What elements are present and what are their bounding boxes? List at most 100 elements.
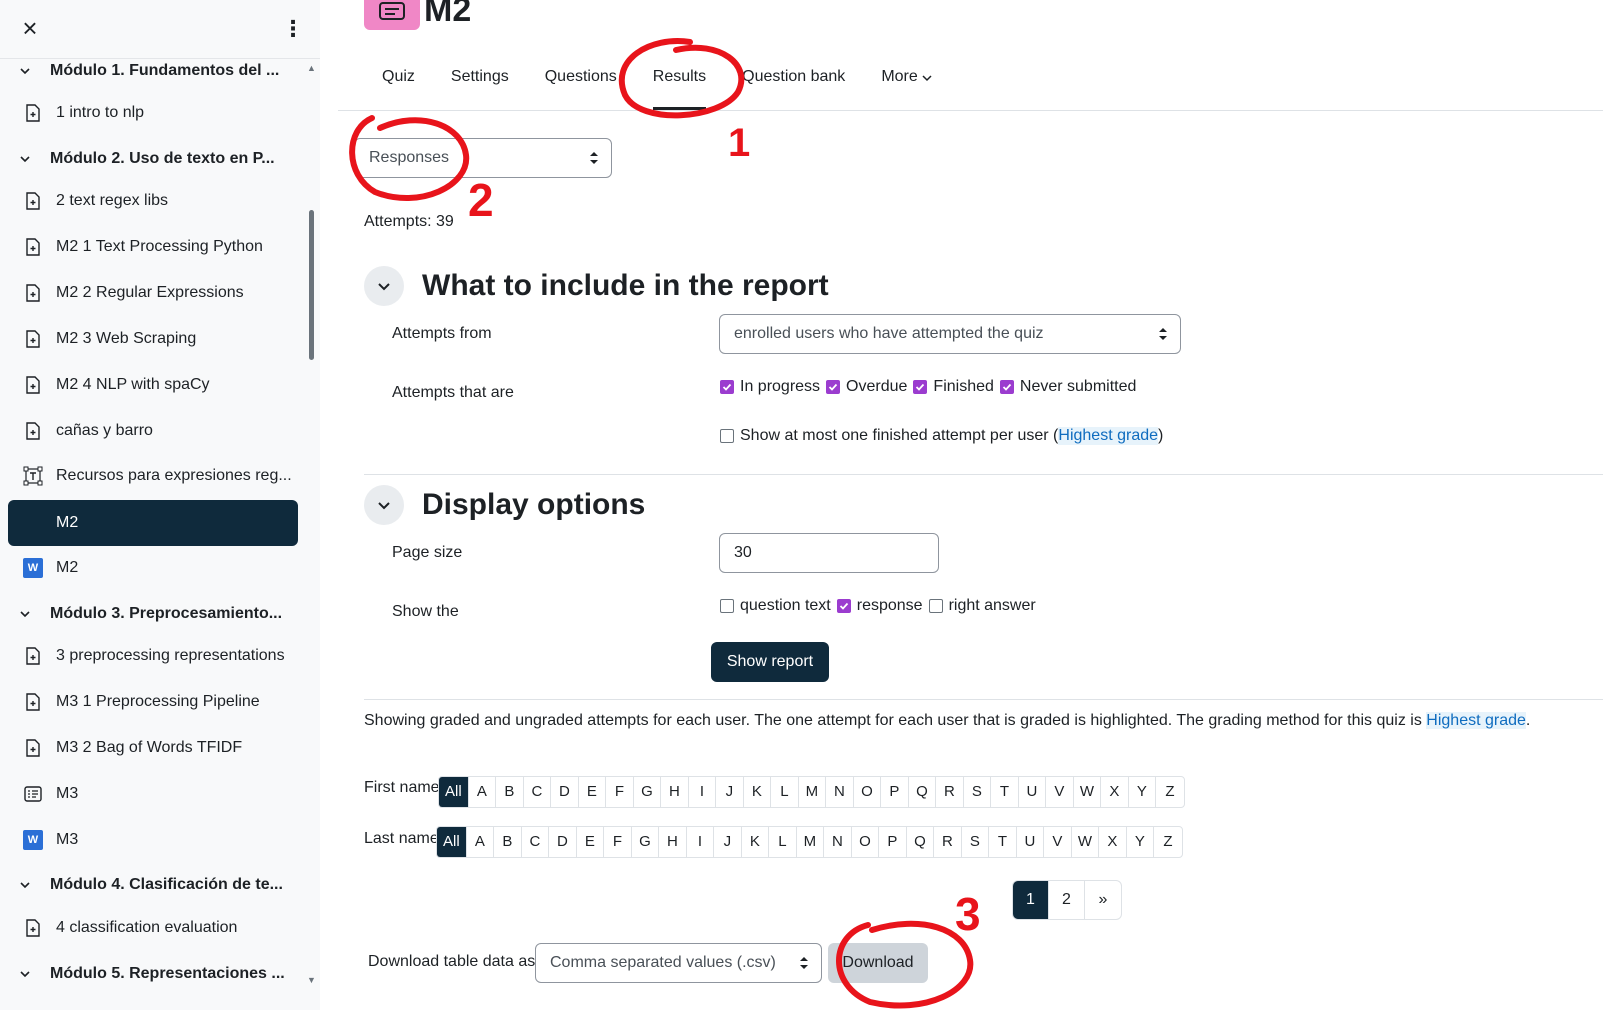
- last-initial-y[interactable]: Y: [1127, 827, 1155, 857]
- checkbox-checked-icon[interactable]: [720, 380, 734, 394]
- state-finished[interactable]: Finished: [913, 378, 994, 396]
- state-overdue[interactable]: Overdue: [826, 378, 907, 396]
- page-2-button[interactable]: 2: [1049, 881, 1085, 919]
- sidebar-section-2[interactable]: Módulo 2. Uso de texto en P...: [8, 136, 298, 182]
- first-initial-y[interactable]: Y: [1129, 777, 1157, 807]
- checkbox-checked-icon[interactable]: [999, 380, 1014, 394]
- sidebar-item-9[interactable]: Recursos para expresiones reg...: [8, 453, 298, 499]
- sidebar-item-10[interactable]: M2: [8, 500, 298, 546]
- sidebar-scrollbar[interactable]: [309, 210, 314, 360]
- last-initial-r[interactable]: R: [934, 827, 962, 857]
- last-initial-z[interactable]: Z: [1154, 827, 1182, 857]
- tab-settings[interactable]: Settings: [433, 56, 527, 110]
- sidebar-item-1[interactable]: 1 intro to nlp: [8, 90, 298, 136]
- first-initial-p[interactable]: P: [881, 777, 909, 807]
- last-initial-u[interactable]: U: [1017, 827, 1045, 857]
- last-initial-n[interactable]: N: [824, 827, 852, 857]
- drawer-menu-icon[interactable]: ⋮: [282, 17, 304, 41]
- last-initial-j[interactable]: J: [714, 827, 742, 857]
- checkbox-checked-icon[interactable]: [836, 599, 851, 613]
- last-initial-k[interactable]: K: [742, 827, 770, 857]
- sidebar-item-19[interactable]: 4 classification evaluation: [8, 905, 298, 951]
- chevron-down-icon[interactable]: [8, 65, 42, 77]
- last-initial-v[interactable]: V: [1044, 827, 1072, 857]
- first-initial-l[interactable]: L: [771, 777, 799, 807]
- last-initial-h[interactable]: H: [659, 827, 687, 857]
- first-initial-c[interactable]: C: [524, 777, 552, 807]
- chevron-down-icon[interactable]: [8, 968, 42, 980]
- first-initial-o[interactable]: O: [854, 777, 882, 807]
- first-initial-a[interactable]: A: [469, 777, 497, 807]
- first-initial-all[interactable]: All: [439, 777, 469, 807]
- first-initial-m[interactable]: M: [799, 777, 827, 807]
- last-initial-g[interactable]: G: [632, 827, 660, 857]
- first-initial-u[interactable]: U: [1019, 777, 1047, 807]
- chevron-down-icon[interactable]: [8, 153, 42, 165]
- last-initial-s[interactable]: S: [962, 827, 990, 857]
- scroll-up-icon[interactable]: ▲: [307, 63, 316, 73]
- tab-quiz[interactable]: Quiz: [364, 56, 433, 110]
- last-initial-q[interactable]: Q: [907, 827, 935, 857]
- last-initial-c[interactable]: C: [522, 827, 550, 857]
- show-question-text[interactable]: question text: [720, 597, 831, 615]
- collapse-include-button[interactable]: [364, 266, 404, 306]
- last-initial-l[interactable]: L: [769, 827, 797, 857]
- last-initial-f[interactable]: F: [604, 827, 632, 857]
- grading-method-link[interactable]: Highest grade: [1058, 427, 1159, 445]
- sidebar-section-18[interactable]: Módulo 4. Clasificación de te...: [8, 862, 298, 908]
- sidebar-item-11[interactable]: W M2: [8, 545, 298, 591]
- first-initial-r[interactable]: R: [936, 777, 964, 807]
- show-response[interactable]: response: [836, 597, 923, 615]
- first-initial-h[interactable]: H: [661, 777, 689, 807]
- checkbox-checked-icon[interactable]: [913, 380, 928, 394]
- download-button[interactable]: Download: [828, 943, 928, 983]
- first-initial-x[interactable]: X: [1101, 777, 1129, 807]
- sidebar-item-3[interactable]: 2 text regex libs: [8, 178, 298, 224]
- scroll-down-icon[interactable]: ▼: [307, 975, 316, 985]
- last-initial-e[interactable]: E: [577, 827, 605, 857]
- first-initial-f[interactable]: F: [606, 777, 634, 807]
- sidebar-item-14[interactable]: M3 1 Preprocessing Pipeline: [8, 679, 298, 725]
- page-1-button[interactable]: 1: [1013, 881, 1049, 919]
- page-size-input[interactable]: 30: [719, 533, 939, 573]
- last-initial-p[interactable]: P: [879, 827, 907, 857]
- checkbox-unchecked-icon[interactable]: [720, 599, 734, 613]
- tab-questions[interactable]: Questions: [527, 56, 635, 110]
- sidebar-item-13[interactable]: 3 preprocessing representations: [8, 633, 298, 679]
- tab-question-bank[interactable]: Question bank: [724, 56, 863, 110]
- sidebar-item-15[interactable]: M3 2 Bag of Words TFIDF: [8, 725, 298, 771]
- first-initial-w[interactable]: W: [1074, 777, 1102, 807]
- last-initial-o[interactable]: O: [852, 827, 880, 857]
- grading-method-link[interactable]: Highest grade: [1426, 712, 1526, 729]
- last-initial-a[interactable]: A: [467, 827, 495, 857]
- first-initial-b[interactable]: B: [496, 777, 524, 807]
- checkbox-checked-icon[interactable]: [826, 380, 841, 394]
- last-initial-x[interactable]: X: [1099, 827, 1127, 857]
- sidebar-item-17[interactable]: W M3: [8, 817, 298, 863]
- checkbox-unchecked-icon[interactable]: [720, 429, 734, 443]
- last-initial-b[interactable]: B: [494, 827, 522, 857]
- first-initial-e[interactable]: E: [579, 777, 607, 807]
- first-initial-q[interactable]: Q: [909, 777, 937, 807]
- sidebar-item-8[interactable]: cañas y barro: [8, 408, 298, 454]
- last-initial-all[interactable]: All: [437, 827, 467, 857]
- first-initial-k[interactable]: K: [744, 777, 772, 807]
- tab-results[interactable]: Results: [635, 56, 724, 110]
- last-initial-t[interactable]: T: [989, 827, 1017, 857]
- sidebar-section-20[interactable]: Módulo 5. Representaciones ...: [8, 951, 298, 997]
- tab-more[interactable]: More: [863, 56, 949, 110]
- close-drawer-button[interactable]: ×: [18, 15, 42, 41]
- chevron-down-icon[interactable]: [8, 879, 42, 891]
- first-initial-t[interactable]: T: [991, 777, 1019, 807]
- sidebar-item-7[interactable]: M2 4 NLP with spaCy: [8, 362, 298, 408]
- last-initial-w[interactable]: W: [1072, 827, 1100, 857]
- first-initial-i[interactable]: I: [689, 777, 717, 807]
- download-format-select[interactable]: Comma separated values (.csv): [535, 943, 822, 983]
- sidebar-item-16[interactable]: M3: [8, 771, 298, 817]
- one-attempt-option[interactable]: Show at most one finished attempt per us…: [720, 427, 1163, 445]
- last-initial-m[interactable]: M: [797, 827, 825, 857]
- first-initial-g[interactable]: G: [634, 777, 662, 807]
- first-initial-z[interactable]: Z: [1156, 777, 1184, 807]
- show-right-answer[interactable]: right answer: [928, 597, 1036, 615]
- last-initial-d[interactable]: D: [549, 827, 577, 857]
